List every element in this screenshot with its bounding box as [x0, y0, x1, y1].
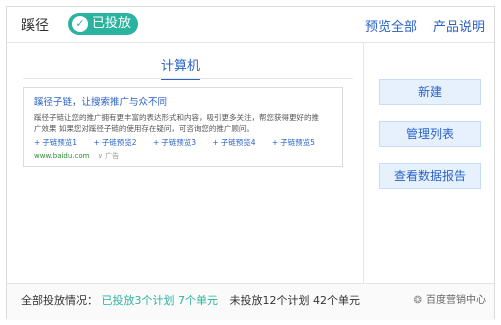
summary-active: 已投放3个计划 7个单元 [101, 294, 219, 307]
v-icon: ∨ [97, 152, 106, 160]
sublink-item[interactable]: + 子链预览5 [272, 138, 315, 147]
new-button[interactable]: 新建 [379, 79, 481, 105]
manage-list-button[interactable]: 管理列表 [379, 121, 481, 147]
vertical-divider [363, 43, 364, 283]
bullet-icon: + [152, 138, 160, 147]
tab-computer[interactable]: 计算机 [161, 55, 201, 80]
sublink-list: + 子链预览1 + 子链预览2 + 子链预览3 + 子链预览4 + 子链预览5 [34, 137, 332, 148]
watermark: ❂ 百度营销中心 [413, 295, 486, 306]
check-icon: ✓ [72, 16, 88, 32]
product-info-link[interactable]: 产品说明 [433, 16, 485, 35]
bullet-icon: + [271, 138, 279, 147]
device-tabs: 计算机 [7, 43, 363, 81]
bullet-icon: + [34, 138, 41, 147]
summary-label: 全部投放情况： [21, 294, 98, 307]
sublink-item[interactable]: + 子链预览1 [34, 138, 77, 147]
ad-tag: ∨ 广告 [97, 152, 120, 160]
bullet-icon: + [93, 138, 100, 147]
sublink-item[interactable]: + 子链预览4 [212, 138, 255, 147]
ad-preview-card: 蹊径子链，让搜索推广与众不同 蹊径子链让您的推广拥有更丰富的表达形式和内容，吸引… [23, 87, 343, 167]
panel-title: 蹊径 [21, 18, 49, 34]
status-badge: ✓ 已投放 [68, 13, 138, 35]
ad-url-line: www.baidu.com ∨ 广告 [34, 151, 332, 161]
ad-description: 蹊径子链让您的推广拥有更丰富的表达形式和内容，吸引更多关注，帮您获得更好的推广效… [34, 113, 319, 133]
status-label: 已投放 [92, 16, 132, 31]
sublink-item[interactable]: + 子链预览3 [153, 138, 196, 147]
summary-footer: 全部投放情况： 已投放3个计划 7个单元 未投放12个计划 42个单元 ❂ 百度营… [7, 283, 494, 320]
summary-inactive: 未投放12个计划 42个单元 [229, 294, 361, 307]
tab-divider [23, 78, 353, 79]
sublink-item[interactable]: + 子链预览2 [93, 138, 136, 147]
view-report-button[interactable]: 查看数据报告 [379, 163, 481, 189]
preview-all-link[interactable]: 预览全部 [365, 16, 417, 35]
ad-url: www.baidu.com [34, 152, 90, 160]
xijing-panel: 蹊径 ✓ 已投放 预览全部 产品说明 计算机 蹊径子链，让搜索推广与众不同 蹊径… [6, 6, 495, 320]
ad-title[interactable]: 蹊径子链，让搜索推广与众不同 [34, 94, 332, 108]
wechat-icon: ❂ [413, 295, 422, 306]
panel-header: 蹊径 ✓ 已投放 预览全部 产品说明 [7, 7, 494, 43]
bullet-icon: + [212, 138, 219, 147]
